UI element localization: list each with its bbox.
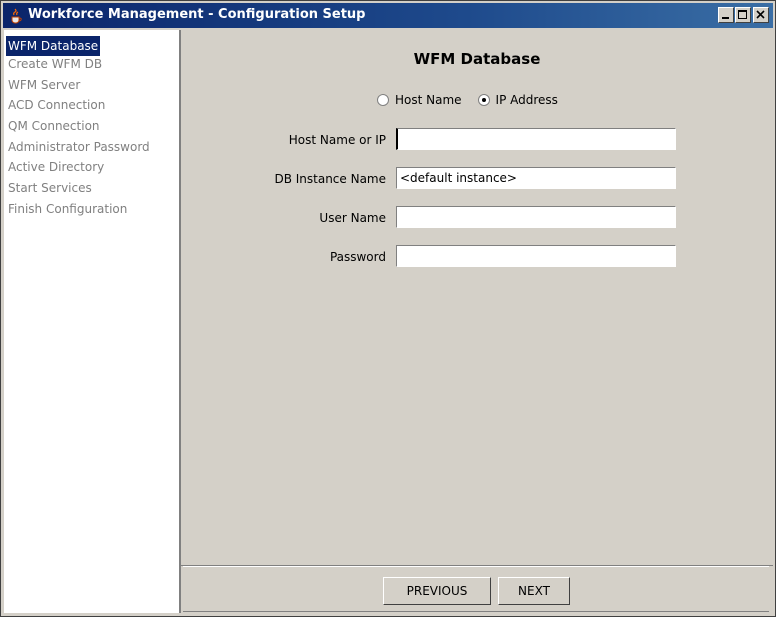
db-instance-name-label: DB Instance Name bbox=[274, 172, 386, 186]
button-bar: PREVIOUS NEXT bbox=[181, 565, 773, 614]
previous-button[interactable]: PREVIOUS bbox=[383, 577, 491, 605]
host-name-radio-label[interactable]: Host Name bbox=[395, 93, 462, 107]
db-instance-name-field[interactable] bbox=[396, 167, 676, 189]
sidebar-item-administrator-password[interactable]: Administrator Password bbox=[6, 137, 152, 157]
next-button[interactable]: NEXT bbox=[498, 577, 570, 605]
minimize-button[interactable] bbox=[718, 7, 734, 23]
ip-address-radio-label[interactable]: IP Address bbox=[496, 93, 558, 107]
config-setup-window: Workforce Management - Configuration Set… bbox=[0, 0, 776, 617]
close-button[interactable] bbox=[753, 7, 769, 23]
sidebar-item-active-directory[interactable]: Active Directory bbox=[6, 157, 106, 177]
maximize-button[interactable] bbox=[735, 7, 751, 23]
address-type-radio-group: Host Name IP Address bbox=[377, 91, 574, 109]
minimize-icon bbox=[722, 17, 729, 19]
host-name-or-ip-field[interactable] bbox=[396, 128, 676, 150]
button-bar-inner: PREVIOUS NEXT bbox=[183, 566, 769, 612]
ip-address-radio[interactable] bbox=[477, 94, 490, 106]
user-name-field[interactable] bbox=[396, 206, 676, 228]
sidebar-item-wfm-database[interactable]: WFM Database bbox=[6, 36, 101, 56]
password-field[interactable] bbox=[396, 245, 676, 267]
setup-steps-sidebar: WFM Database Create WFM DB WFM Server AC… bbox=[4, 30, 181, 613]
close-icon bbox=[756, 10, 765, 19]
password-label: Password bbox=[329, 250, 386, 264]
title-bar[interactable]: Workforce Management - Configuration Set… bbox=[3, 3, 773, 28]
page-title: WFM Database bbox=[413, 50, 541, 68]
user-name-label: User Name bbox=[319, 211, 386, 225]
sidebar-item-acd-connection[interactable]: ACD Connection bbox=[6, 95, 107, 115]
sidebar-item-create-wfm-db[interactable]: Create WFM DB bbox=[6, 54, 104, 74]
host-name-radio[interactable] bbox=[377, 94, 389, 106]
window-title: Workforce Management - Configuration Set… bbox=[28, 7, 366, 22]
main-panel: WFM Database Host Name IP Address Host N… bbox=[181, 30, 773, 613]
maximize-icon bbox=[738, 10, 747, 19]
sidebar-item-qm-connection[interactable]: QM Connection bbox=[6, 116, 102, 136]
sidebar-item-start-services[interactable]: Start Services bbox=[6, 178, 94, 198]
sidebar-item-wfm-server[interactable]: WFM Server bbox=[6, 75, 82, 95]
host-name-or-ip-label: Host Name or IP bbox=[288, 133, 386, 147]
java-cup-icon bbox=[8, 8, 24, 24]
sidebar-item-finish-configuration[interactable]: Finish Configuration bbox=[6, 199, 129, 219]
